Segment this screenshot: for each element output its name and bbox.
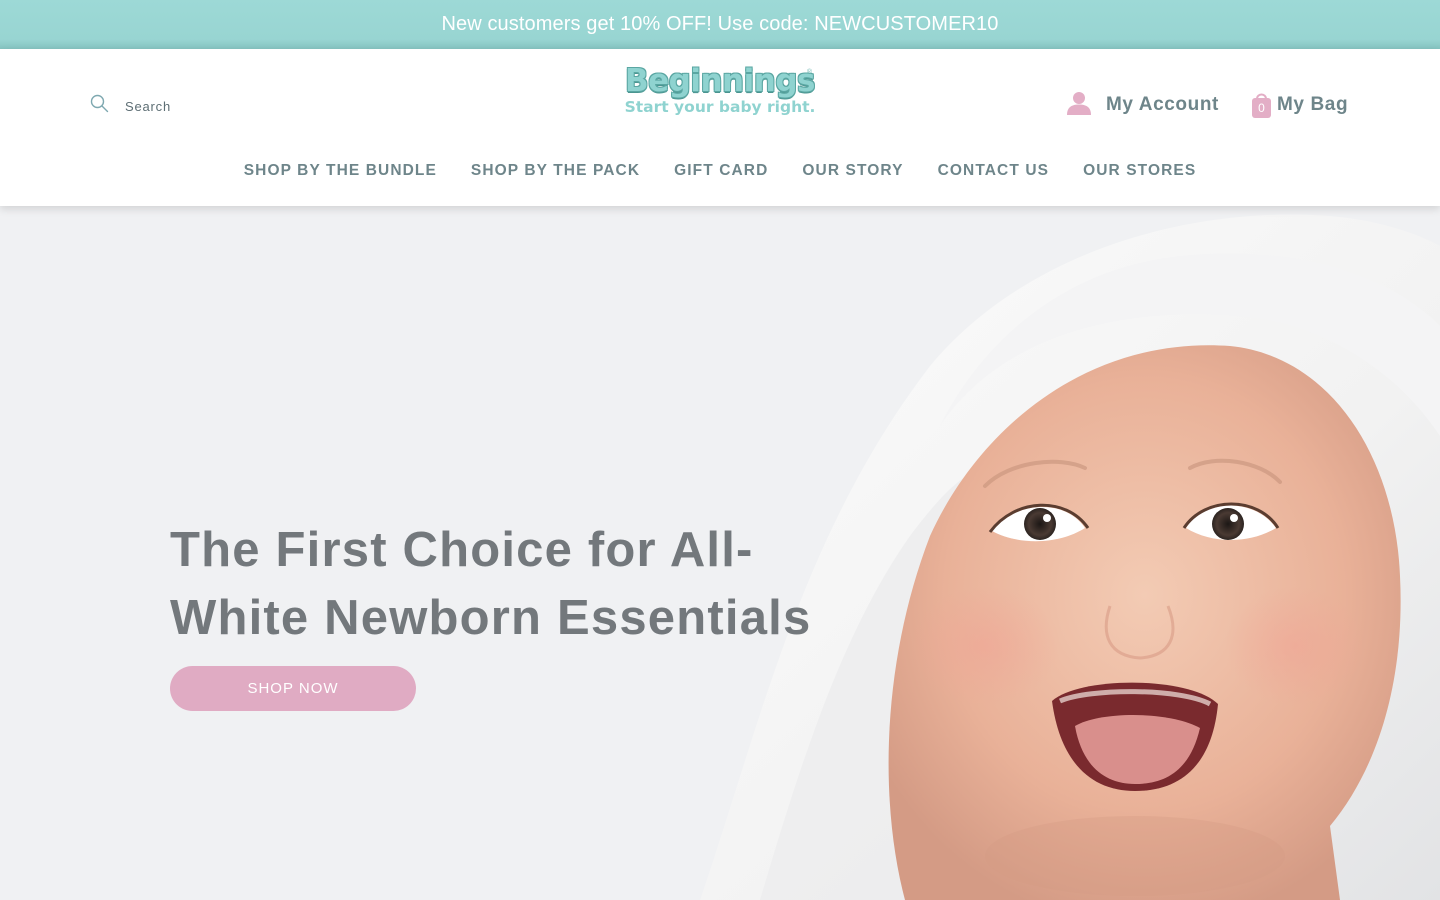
logo[interactable]: Beginnings ® Start your baby right.	[620, 63, 820, 125]
main-nav: SHOP BY THE BUNDLE SHOP BY THE PACK GIFT…	[0, 159, 1440, 183]
nav-shop-by-pack[interactable]: SHOP BY THE PACK	[471, 159, 640, 183]
site-header: Search Beginnings ® Start your baby righ…	[0, 49, 1440, 206]
hero-banner: The First Choice for All- White Newborn …	[0, 206, 1440, 900]
hero-title-line-2: White Newborn Essentials	[170, 591, 812, 645]
my-bag-link[interactable]: 0 My Bag	[1251, 89, 1348, 121]
my-bag-label: My Bag	[1277, 94, 1349, 115]
search-box[interactable]: Search	[90, 94, 171, 118]
nav-our-stores[interactable]: OUR STORES	[1083, 159, 1196, 183]
logo-registered-mark: ®	[806, 69, 812, 76]
search-input[interactable]: Search	[125, 99, 171, 114]
logo-wordmark: Beginnings	[625, 63, 815, 99]
nav-shop-by-bundle[interactable]: SHOP BY THE BUNDLE	[244, 159, 437, 183]
shopping-bag-icon: 0	[1251, 91, 1272, 119]
shop-now-button[interactable]: SHOP NOW	[170, 666, 416, 711]
nav-gift-card[interactable]: GIFT CARD	[674, 159, 768, 183]
my-account-link[interactable]: My Account	[1066, 89, 1219, 121]
hero-title-line-1: The First Choice for All-	[170, 523, 754, 577]
search-icon[interactable]	[90, 94, 109, 118]
logo-tagline: Start your baby right.	[624, 98, 816, 116]
hero-title: The First Choice for All- White Newborn …	[170, 516, 830, 652]
my-account-label: My Account	[1106, 94, 1219, 115]
user-icon	[1066, 90, 1092, 121]
nav-contact-us[interactable]: CONTACT US	[938, 159, 1049, 183]
nav-our-story[interactable]: OUR STORY	[802, 159, 903, 183]
promo-banner[interactable]: New customers get 10% OFF! Use code: NEW…	[0, 0, 1440, 49]
promo-text: New customers get 10% OFF! Use code: NEW…	[441, 13, 999, 35]
bag-count-badge: 0	[1258, 101, 1265, 115]
